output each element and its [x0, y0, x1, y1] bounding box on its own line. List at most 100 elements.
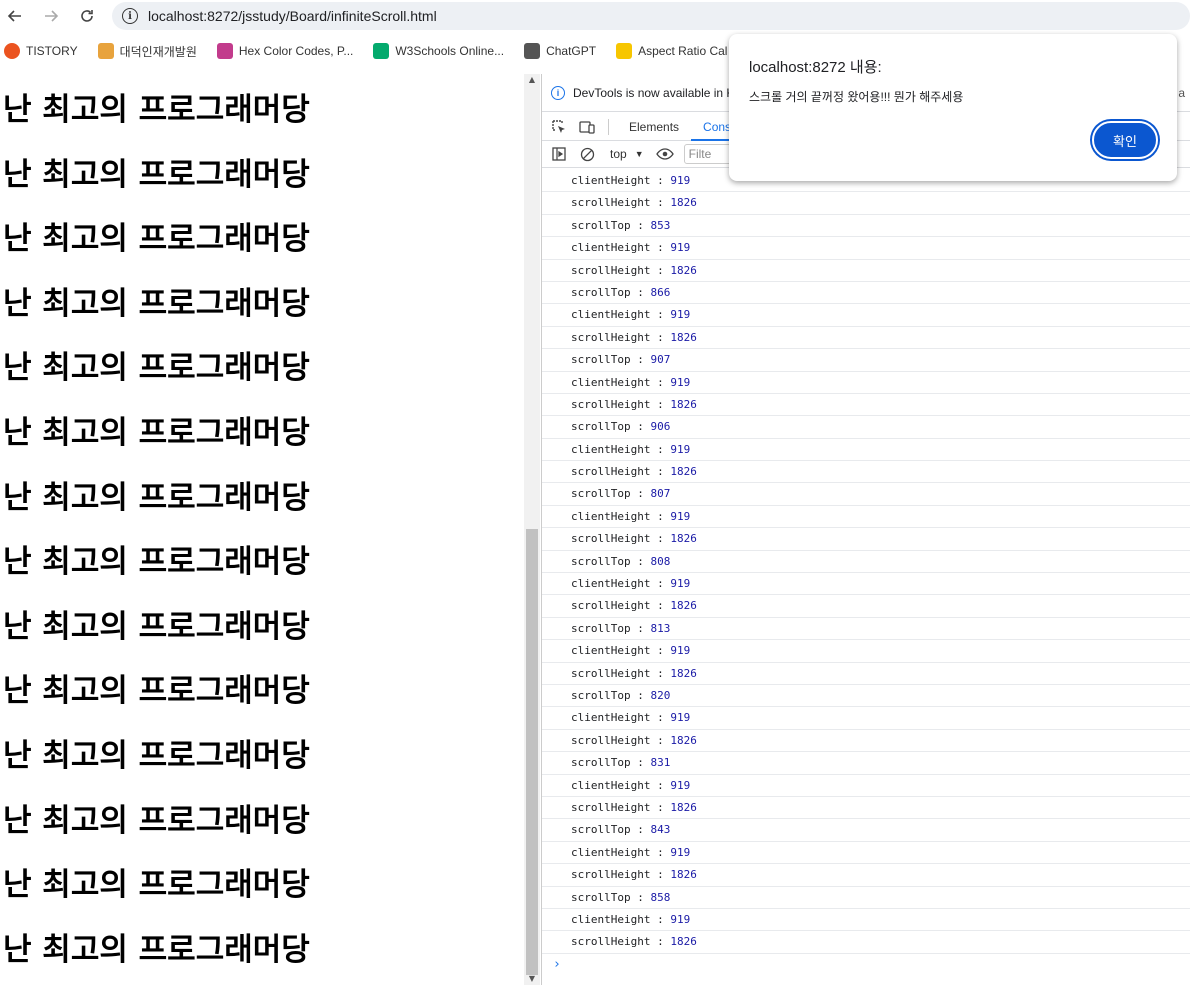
log-key: clientHeight [571, 241, 651, 255]
log-key: clientHeight [571, 778, 651, 792]
log-separator: : [650, 666, 671, 680]
log-value: 1826 [670, 330, 697, 344]
log-key: scrollTop [571, 823, 631, 837]
log-separator: : [650, 397, 671, 411]
device-toolbar-icon[interactable] [578, 118, 596, 136]
log-value: 1826 [670, 733, 697, 747]
log-key: scrollHeight [571, 263, 651, 277]
log-value: 919 [670, 241, 691, 255]
dialog-title: localhost:8272 내용: [749, 59, 882, 76]
divider [608, 119, 609, 135]
log-value: 919 [670, 845, 691, 859]
log-value: 919 [670, 912, 691, 926]
w3schools-icon [373, 43, 390, 59]
inspect-element-icon[interactable] [550, 118, 568, 136]
back-button[interactable] [0, 1, 30, 31]
ok-button[interactable]: 확인 [1092, 121, 1158, 159]
log-value: 919 [670, 375, 691, 389]
console-log-line: clientHeight : 919 [542, 707, 1190, 730]
log-value: 1826 [670, 935, 697, 949]
console-log-line: scrollTop : 906 [542, 416, 1190, 439]
console-log-line: scrollHeight : 1826 [542, 931, 1190, 954]
context-selector[interactable]: top ▼ [610, 147, 644, 161]
sidebar-toggle-icon[interactable] [550, 145, 568, 163]
console-log-line: scrollHeight : 1826 [542, 864, 1190, 887]
console-log-line: scrollTop : 820 [542, 685, 1190, 708]
log-value: 1826 [670, 196, 697, 210]
url-text: localhost:8272/jsstudy/Board/infiniteScr… [148, 8, 437, 24]
log-separator: : [630, 890, 651, 904]
console-log-line: scrollHeight : 1826 [542, 595, 1190, 618]
console-log-line: scrollHeight : 1826 [542, 663, 1190, 685]
log-key: scrollHeight [571, 330, 651, 344]
console-log-line: scrollTop : 853 [542, 215, 1190, 238]
console-log-line: clientHeight : 919 [542, 304, 1190, 327]
log-key: clientHeight [571, 375, 651, 389]
log-key: scrollTop [571, 688, 631, 702]
eye-icon[interactable] [655, 145, 674, 163]
clear-console-icon[interactable] [578, 145, 596, 163]
log-value: 919 [670, 644, 691, 658]
scrollbar-thumb[interactable] [526, 529, 538, 975]
reload-button[interactable] [72, 1, 102, 31]
console-log-line: scrollHeight : 1826 [542, 528, 1190, 551]
bookmark-item[interactable]: TISTORY [4, 43, 78, 59]
bookmark-item[interactable]: ChatGPT [524, 43, 596, 59]
log-value: 907 [650, 353, 671, 367]
log-key: scrollTop [571, 554, 631, 568]
console-log-line: scrollTop : 813 [542, 618, 1190, 641]
bookmark-item[interactable]: W3Schools Online... [373, 43, 504, 59]
bookmark-item[interactable]: 대덕인재개발원 [97, 43, 197, 60]
tab-elements[interactable]: Elements [617, 114, 691, 141]
log-key: scrollHeight [571, 397, 651, 411]
dropdown-arrow-icon: ▼ [634, 149, 644, 159]
banner-text: DevTools is now available in K [573, 85, 735, 100]
log-separator: : [630, 688, 651, 702]
log-value: 919 [670, 509, 691, 523]
log-separator: : [650, 599, 671, 613]
log-key: scrollHeight [571, 465, 651, 479]
bookmark-item[interactable]: Aspect Ratio Cal [616, 43, 727, 59]
console-prompt[interactable]: › [542, 954, 1190, 976]
log-key: clientHeight [571, 174, 651, 187]
console-log-line: scrollTop : 831 [542, 752, 1190, 775]
scroll-down-icon[interactable]: ▼ [528, 975, 536, 983]
site-info-icon[interactable]: i [122, 8, 138, 24]
log-separator: : [650, 778, 671, 792]
log-value: 808 [650, 554, 671, 568]
log-separator: : [650, 375, 671, 389]
log-value: 919 [670, 778, 691, 792]
log-value: 1826 [670, 599, 697, 613]
forward-button[interactable] [36, 1, 66, 31]
log-key: scrollHeight [571, 868, 651, 882]
address-bar[interactable]: i localhost:8272/jsstudy/Board/infiniteS… [112, 2, 1190, 30]
page-heading: 난 최고의 프로그래머당 [3, 544, 310, 581]
page-scrollbar[interactable]: ▲ ▼ [524, 74, 540, 985]
log-separator: : [630, 353, 651, 367]
log-value: 919 [670, 308, 691, 322]
page-heading: 난 최고의 프로그래머당 [3, 931, 310, 968]
page-heading: 난 최고의 프로그래머당 [3, 479, 310, 516]
console-output: clientHeight : 919 scrollHeight : 1826 scr… [542, 170, 1190, 985]
log-separator: : [650, 935, 671, 949]
bookmark-label: Hex Color Codes, P... [238, 44, 354, 58]
console-log-line: clientHeight : 919 [542, 439, 1190, 462]
log-value: 831 [650, 756, 671, 770]
log-separator: : [650, 509, 671, 523]
log-separator: : [630, 554, 651, 568]
browser-toolbar: i localhost:8272/jsstudy/Board/infiniteS… [0, 0, 1190, 32]
bookmark-item[interactable]: Hex Color Codes, P... [216, 43, 354, 59]
console-log-line: scrollHeight : 1826 [542, 461, 1190, 484]
console-log-line: scrollTop : 807 [542, 483, 1190, 506]
arrow-left-icon [7, 10, 21, 22]
log-key: scrollTop [571, 621, 631, 635]
log-separator: : [650, 465, 671, 479]
scroll-up-icon[interactable]: ▲ [528, 76, 536, 84]
log-key: scrollTop [571, 218, 631, 232]
console-log-line: scrollTop : 907 [542, 349, 1190, 372]
log-value: 1826 [670, 868, 697, 882]
log-separator: : [630, 285, 651, 299]
console-log-line: clientHeight : 919 [542, 775, 1190, 797]
page-heading: 난 최고의 프로그래머당 [3, 867, 310, 904]
console-log-line: clientHeight : 919 [542, 842, 1190, 865]
